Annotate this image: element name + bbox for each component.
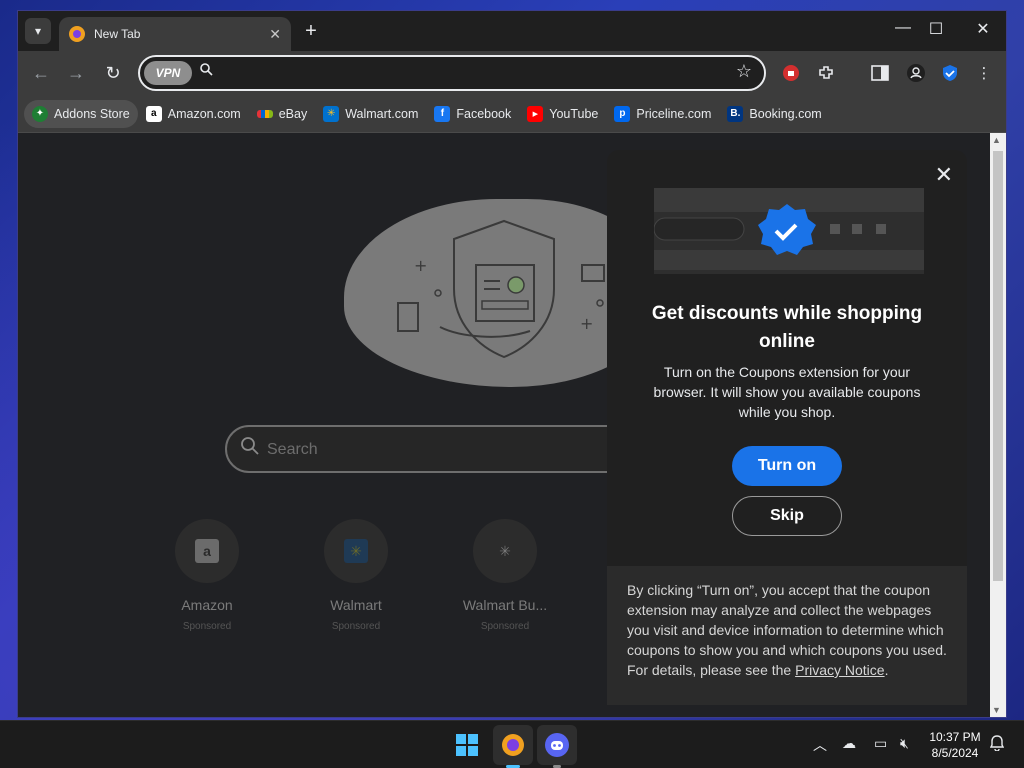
- clock-date: 8/5/2024: [931, 746, 979, 760]
- new-tab-button[interactable]: +: [300, 20, 322, 43]
- sponsored-label: Sponsored: [331, 621, 381, 632]
- browser-window: ▾ New Tab ✕ + — ☐ ✕ ← → ↻ VPN ☆ ⋮ ✦ Addo…: [17, 10, 1007, 718]
- booking-icon: B.: [727, 105, 744, 122]
- coupon-extension-icon[interactable]: [780, 62, 802, 84]
- walmart-icon: ✳: [323, 105, 340, 122]
- popup-description: Turn on the Coupons extension for your b…: [653, 364, 921, 420]
- bookmark-label: YouTube: [549, 106, 599, 121]
- chevron-up-icon[interactable]: ︿: [813, 735, 827, 755]
- privacy-notice-link[interactable]: Privacy Notice: [795, 662, 884, 678]
- coupons-promo-popup: ✕ Get discounts while shopping online Tu…: [607, 150, 967, 705]
- shortcut-tile-amazon[interactable]: a Amazon Sponsored: [147, 519, 267, 632]
- search-icon: [200, 63, 213, 79]
- scroll-down-icon[interactable]: ▼: [992, 705, 1001, 715]
- bookmark-label: Facebook: [456, 106, 512, 121]
- browser-logo-icon: [69, 26, 85, 42]
- turn-on-button[interactable]: Turn on: [732, 446, 842, 486]
- close-icon[interactable]: ✕: [935, 162, 953, 188]
- bookmark-walmart[interactable]: ✳ Walmart.com: [315, 100, 426, 128]
- tab-search-button[interactable]: ▾: [25, 18, 51, 44]
- browser-verified-illustration: [653, 188, 924, 274]
- bookmark-youtube[interactable]: ▶ YouTube: [519, 100, 606, 128]
- new-tab-page: + + Search a Amazon Sponsored ✳ Walmart …: [18, 133, 990, 717]
- search-placeholder: Search: [267, 441, 318, 458]
- consent-footer: By clicking “Turn on”, you accept that t…: [607, 566, 967, 705]
- scroll-up-icon[interactable]: ▲: [992, 135, 1001, 145]
- bookmark-label: Addons Store: [54, 106, 130, 121]
- browser-app-icon[interactable]: [493, 725, 533, 765]
- page-scrollbar[interactable]: ▲ ▼: [990, 133, 1006, 717]
- discord-app-icon[interactable]: [537, 725, 577, 765]
- walmart-icon: ✳: [344, 539, 368, 563]
- popup-title: Get discounts while shopping online: [651, 303, 923, 352]
- system-clock[interactable]: 10:37 PM 8/5/2024: [920, 729, 990, 761]
- bookmark-priceline[interactable]: p Priceline.com: [606, 100, 719, 128]
- amazon-icon: a: [145, 105, 162, 122]
- notification-bell-icon[interactable]: [989, 735, 1005, 754]
- bookmark-label: eBay: [278, 106, 308, 121]
- svg-text:+: +: [414, 256, 427, 275]
- tile-name: Walmart: [330, 597, 382, 613]
- chevron-down-icon: ▾: [34, 24, 42, 38]
- network-icon[interactable]: ▭: [874, 735, 887, 752]
- reload-icon[interactable]: ↻: [102, 63, 124, 84]
- tile-name: Walmart Bu...: [462, 597, 548, 613]
- close-window-button[interactable]: ✕: [968, 19, 998, 39]
- profile-avatar-icon[interactable]: [905, 62, 927, 84]
- sponsored-label: Sponsored: [182, 621, 232, 632]
- menu-kebab-icon[interactable]: ⋮: [973, 62, 995, 84]
- taskbar: ︿ ☁ ▭ 🔇︎ 10:37 PM 8/5/2024: [0, 720, 1024, 768]
- windows-start-icon[interactable]: [447, 725, 487, 765]
- clock-time: 10:37 PM: [929, 730, 981, 744]
- sponsored-label: Sponsored: [480, 621, 530, 632]
- shortcut-tile-walmart[interactable]: ✳ Walmart Sponsored: [296, 519, 416, 632]
- bookmark-ebay[interactable]: eBay: [249, 100, 316, 128]
- extensions-puzzle-icon[interactable]: [815, 62, 837, 84]
- volume-muted-icon[interactable]: 🔇︎: [900, 735, 909, 752]
- bookmark-label: Amazon.com: [167, 106, 241, 121]
- tab-strip: ▾ New Tab ✕ + — ☐ ✕: [18, 11, 1006, 51]
- forward-icon[interactable]: →: [65, 63, 87, 84]
- bookmark-booking[interactable]: B. Booking.com: [719, 100, 829, 128]
- walmart-icon: ✳: [499, 542, 511, 559]
- bookmarks-bar: ✦ Addons Store a Amazon.com eBay ✳ Walma…: [18, 95, 1006, 133]
- amazon-icon: a: [195, 539, 219, 563]
- tab-title: New Tab: [94, 27, 141, 41]
- maximize-button[interactable]: ☐: [921, 19, 951, 39]
- bookmark-amazon[interactable]: a Amazon.com: [138, 100, 249, 128]
- address-bar[interactable]: VPN ☆: [138, 55, 766, 91]
- bookmark-label: Walmart.com: [345, 106, 419, 121]
- minimize-button[interactable]: —: [888, 19, 918, 37]
- scroll-thumb[interactable]: [993, 151, 1003, 581]
- bookmark-label: Booking.com: [749, 106, 822, 121]
- search-icon: [241, 437, 259, 460]
- cloud-offline-icon[interactable]: ☁: [842, 735, 856, 752]
- skip-button[interactable]: Skip: [732, 496, 842, 536]
- bookmark-facebook[interactable]: f Facebook: [426, 100, 519, 128]
- vpn-button[interactable]: VPN: [144, 61, 192, 85]
- consent-text: By clicking “Turn on”, you accept that t…: [627, 582, 947, 678]
- consent-text-end: .: [884, 662, 889, 678]
- ebay-icon: [256, 109, 273, 118]
- close-tab-icon[interactable]: ✕: [269, 26, 281, 43]
- addons-store-icon: ✦: [32, 105, 48, 122]
- svg-text:+: +: [580, 314, 593, 333]
- tab-new-tab[interactable]: New Tab ✕: [59, 17, 291, 51]
- tile-name: Amazon: [181, 597, 233, 613]
- search-input[interactable]: Search: [225, 425, 645, 473]
- bookmark-label: Priceline.com: [636, 106, 712, 121]
- toolbar: ← → ↻ VPN ☆ ⋮: [18, 51, 1006, 95]
- youtube-icon: ▶: [527, 105, 544, 122]
- facebook-icon: f: [434, 105, 451, 122]
- side-panel-icon[interactable]: [869, 62, 891, 84]
- bookmark-addons-store[interactable]: ✦ Addons Store: [24, 99, 138, 128]
- security-shield-icon[interactable]: [939, 62, 961, 84]
- back-icon[interactable]: ←: [30, 63, 52, 84]
- bookmark-star-icon[interactable]: ☆: [736, 61, 752, 82]
- shortcut-tile-walmart-business[interactable]: ✳ Walmart Bu... Sponsored: [445, 519, 565, 632]
- priceline-icon: p: [614, 105, 631, 122]
